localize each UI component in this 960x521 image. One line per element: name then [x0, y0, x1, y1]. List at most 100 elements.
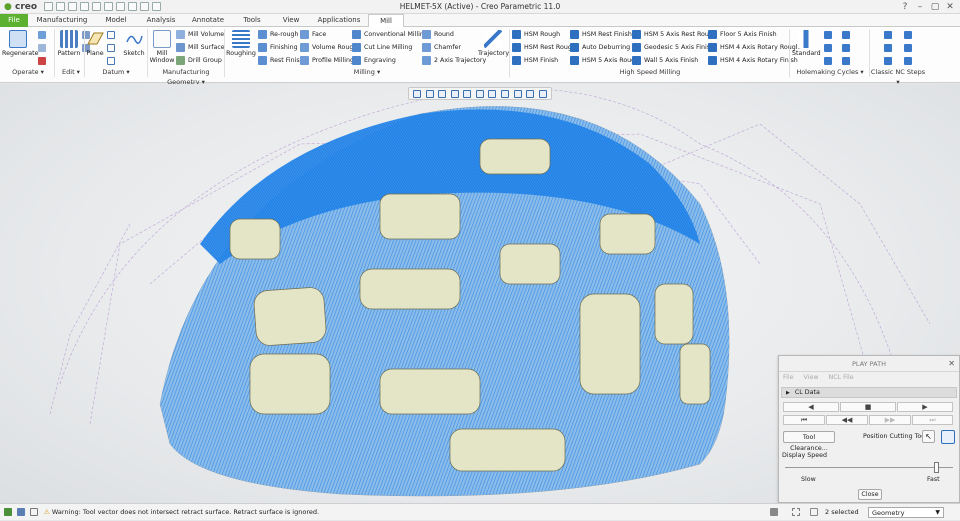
- position-tool-pointer-icon[interactable]: ↖: [922, 430, 935, 443]
- classic-step-6-icon[interactable]: [904, 57, 912, 65]
- group-edit[interactable]: Edit ▾: [57, 67, 85, 77]
- annotation-display-icon[interactable]: [526, 89, 535, 98]
- zoom-in-icon[interactable]: [425, 89, 434, 98]
- standard-drill-button[interactable]: Standard: [792, 30, 821, 57]
- chamfer-button[interactable]: Chamfer: [422, 42, 461, 53]
- tab-annotate[interactable]: Annotate: [186, 14, 230, 27]
- position-tool-crosshair-icon[interactable]: [941, 430, 955, 444]
- trajectory-button[interactable]: Trajectory: [478, 30, 509, 57]
- auto-deburring-button[interactable]: Auto Deburring: [570, 42, 630, 53]
- regenerate-button[interactable]: Regenerate: [2, 30, 39, 57]
- browser-toggle-icon[interactable]: [17, 508, 25, 516]
- speed-slider-thumb[interactable]: [933, 462, 939, 473]
- maximize-icon[interactable]: ▢: [928, 0, 942, 14]
- plane-button[interactable]: Plane: [86, 30, 104, 57]
- close-button[interactable]: Close: [858, 489, 882, 500]
- finishing-button[interactable]: Finishing: [258, 42, 298, 53]
- hsm-finish-button[interactable]: HSM Finish: [512, 55, 558, 66]
- selected-count[interactable]: 2 selected: [825, 504, 859, 521]
- conventional-milling-button[interactable]: Conventional Milling: [352, 29, 428, 40]
- round-button[interactable]: Round: [422, 29, 454, 40]
- roughing-button[interactable]: Roughing: [226, 30, 256, 57]
- display-style-icon[interactable]: [463, 89, 472, 98]
- face-button[interactable]: Face: [300, 29, 326, 40]
- selection-filter-dropdown[interactable]: Geometry ▼: [868, 507, 944, 518]
- repaint-icon[interactable]: [450, 89, 459, 98]
- tab-tools[interactable]: Tools: [234, 14, 270, 27]
- volume-rough-button[interactable]: Volume Rough: [300, 42, 357, 53]
- hsm-rest-rough-button[interactable]: HSM Rest Rough: [512, 42, 576, 53]
- countersink-icon[interactable]: [842, 31, 850, 39]
- copy-icon[interactable]: [38, 44, 46, 52]
- hsm-rough-button[interactable]: HSM Rough: [512, 29, 560, 40]
- tab-applications[interactable]: Applications: [312, 14, 366, 27]
- undo-icon[interactable]: [92, 2, 101, 11]
- print-icon[interactable]: [80, 2, 89, 11]
- save-icon[interactable]: [68, 2, 77, 11]
- tab-manufacturing[interactable]: Manufacturing: [34, 14, 90, 27]
- spot-drill-icon[interactable]: [824, 31, 832, 39]
- sketch-button[interactable]: Sketch: [122, 30, 146, 57]
- tab-file[interactable]: File: [0, 14, 28, 27]
- tab-model[interactable]: Model: [96, 14, 136, 27]
- play-path-icon[interactable]: [38, 31, 46, 39]
- rest-finish-button[interactable]: Rest Finish: [258, 55, 304, 66]
- group-datum[interactable]: Datum ▾: [88, 67, 144, 77]
- mill-volume-button[interactable]: Mill Volume: [176, 29, 224, 40]
- zoom-out-icon[interactable]: [438, 89, 447, 98]
- hsm-5-axis-rest-rough-button[interactable]: HSM 5 Axis Rest Rough: [632, 29, 717, 40]
- hsm-5-axis-rough-button[interactable]: HSM 5 Axis Rough: [570, 55, 639, 66]
- menu-file[interactable]: File: [783, 374, 794, 381]
- mill-window-button[interactable]: Mill Window: [149, 30, 175, 64]
- selection-icon[interactable]: [810, 508, 818, 516]
- cl-data-expander[interactable]: ▶ CL Data: [781, 387, 957, 398]
- play-forward-button[interactable]: ▶: [897, 402, 953, 412]
- help-icon[interactable]: ?: [898, 0, 912, 14]
- tab-mill[interactable]: Mill: [368, 14, 404, 28]
- 2-axis-trajectory-button[interactable]: 2 Axis Trajectory: [422, 55, 486, 66]
- saved-orientations-icon[interactable]: [475, 89, 484, 98]
- floor-5-axis-finish-button[interactable]: Floor 5 Axis Finish: [708, 29, 777, 40]
- engraving-button[interactable]: Engraving: [352, 55, 396, 66]
- redo-icon[interactable]: [104, 2, 113, 11]
- tool-clearance-button[interactable]: Tool Clearance...: [783, 431, 835, 452]
- classic-step-1-icon[interactable]: [884, 31, 892, 39]
- geodesic-5-axis-finish-button[interactable]: Geodesic 5 Axis Finish: [632, 42, 714, 53]
- stop-button[interactable]: ■: [840, 402, 896, 412]
- tab-analysis[interactable]: Analysis: [140, 14, 182, 27]
- tab-view[interactable]: View: [274, 14, 308, 27]
- group-manufacturing-geometry[interactable]: Manufacturing Geometry ▾: [149, 67, 223, 86]
- datum-display-icon[interactable]: [513, 89, 522, 98]
- forward-to-end-button[interactable]: ⏭: [912, 415, 953, 425]
- profile-milling-button[interactable]: Profile Milling: [300, 55, 354, 66]
- spin-center-icon[interactable]: [538, 89, 547, 98]
- classic-step-3-icon[interactable]: [884, 44, 892, 52]
- close-icon[interactable]: ✕: [943, 0, 957, 14]
- csys-icon[interactable]: [107, 57, 115, 65]
- open-file-icon[interactable]: [56, 2, 65, 11]
- drill-group-button[interactable]: Drill Group: [176, 55, 222, 66]
- menu-view[interactable]: View: [804, 374, 819, 381]
- find-icon[interactable]: [770, 508, 778, 516]
- re-rough-button[interactable]: Re-rough: [258, 29, 299, 40]
- hsm-rest-finish-button[interactable]: HSM Rest Finish: [570, 29, 632, 40]
- group-classic-nc-steps[interactable]: Classic NC Steps ▾: [870, 67, 926, 86]
- group-milling[interactable]: Milling ▾: [226, 67, 508, 77]
- pattern-button[interactable]: Pattern: [57, 30, 81, 57]
- mill-surface-button[interactable]: Mill Surface: [176, 42, 225, 53]
- cut-line-milling-button[interactable]: Cut Line Milling: [352, 42, 412, 53]
- axis-icon[interactable]: [107, 31, 115, 39]
- bore-icon[interactable]: [824, 57, 832, 65]
- new-file-icon[interactable]: [44, 2, 53, 11]
- dialog-close-icon[interactable]: ✕: [948, 356, 955, 372]
- minimize-icon[interactable]: –: [913, 0, 927, 14]
- rewind-to-start-button[interactable]: ⏮: [783, 415, 825, 425]
- classic-step-5-icon[interactable]: [884, 57, 892, 65]
- speed-slider-track[interactable]: [785, 467, 953, 468]
- step-forward-button[interactable]: ▶▶: [869, 415, 911, 425]
- hsm-4-axis-rotary-rough-button[interactable]: HSM 4 Axis Rotary Rough: [708, 42, 800, 53]
- group-holemaking-cycles[interactable]: Holemaking Cycles ▾: [792, 67, 868, 77]
- group-operate[interactable]: Operate ▾: [4, 67, 52, 77]
- menu-ncl-file[interactable]: NCL File: [829, 374, 854, 381]
- model-tree-toggle-icon[interactable]: [4, 508, 12, 516]
